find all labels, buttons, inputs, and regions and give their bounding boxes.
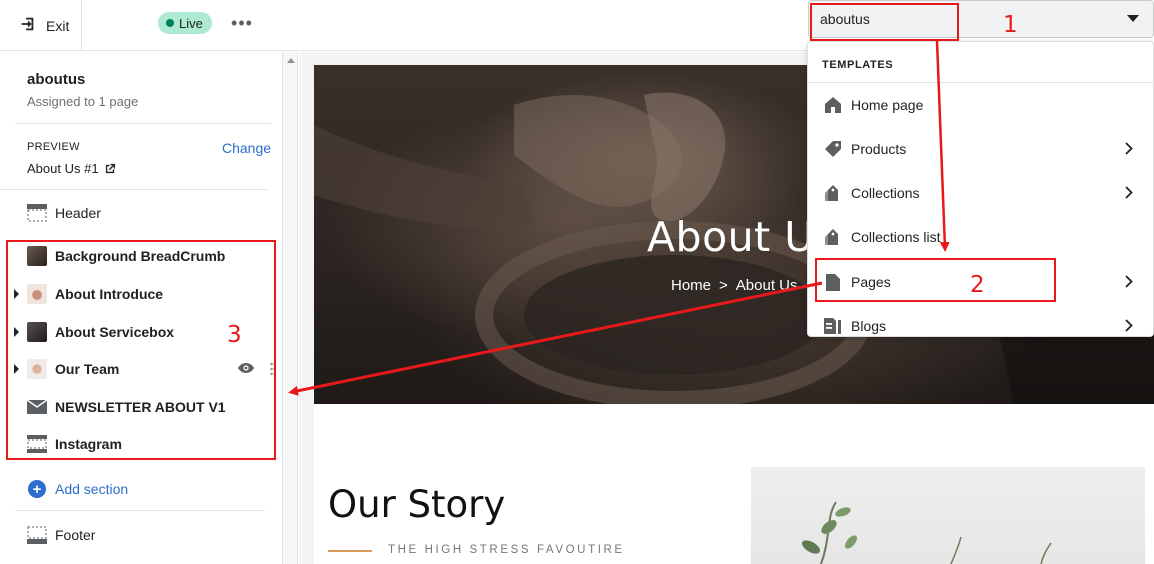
- templates-heading: TEMPLATES: [822, 59, 894, 71]
- annotation-box-1: [810, 3, 959, 41]
- exit-icon: [18, 15, 36, 36]
- menu-item-label: Home page: [851, 97, 924, 113]
- chevron-right-icon: [1125, 186, 1133, 202]
- section-footer[interactable]: Footer: [27, 516, 272, 554]
- section-header[interactable]: Header: [27, 194, 272, 232]
- tag-icon: [823, 139, 843, 159]
- breadcrumb: Home > About Us: [671, 277, 797, 294]
- more-actions-button[interactable]: •••: [231, 12, 253, 34]
- menu-item-products[interactable]: Products: [808, 127, 1153, 171]
- plant-image: [801, 501, 1052, 564]
- divider: [15, 510, 265, 511]
- more-icon: •••: [231, 12, 253, 33]
- live-dot-icon: [166, 19, 174, 27]
- menu-item-home-page[interactable]: Home page: [808, 83, 1153, 127]
- menu-item-label: Blogs: [851, 318, 887, 334]
- annotation-number-2: 2: [970, 272, 985, 298]
- change-preview-link[interactable]: Change: [222, 140, 271, 156]
- header-layout-icon: [27, 203, 47, 223]
- breadcrumb-home[interactable]: Home: [671, 277, 711, 294]
- menu-item-label: Collections list: [851, 229, 941, 245]
- chevron-right-icon: [1125, 319, 1133, 335]
- live-label: Live: [179, 15, 203, 31]
- external-link-icon: [105, 163, 115, 174]
- template-name: aboutus: [27, 71, 86, 88]
- annotation-box-2: [815, 258, 1056, 302]
- add-section-button[interactable]: + Add section: [28, 480, 128, 498]
- chevron-right-icon: [1125, 142, 1133, 158]
- story-subtitle: THE HIGH STRESS FAVOUTIRE: [388, 544, 625, 556]
- preview-page-label: About Us #1: [27, 161, 99, 176]
- caret-down-icon: [1127, 15, 1139, 22]
- preview-label: PREVIEW: [27, 141, 80, 153]
- chevron-right-icon: [1125, 275, 1133, 291]
- template-assigned: Assigned to 1 page: [27, 94, 139, 109]
- section-footer-label: Footer: [55, 527, 96, 543]
- breadcrumb-separator: >: [719, 277, 728, 294]
- menu-item-blogs[interactable]: Blogs: [808, 304, 1153, 336]
- annotation-box-3: [6, 240, 276, 460]
- exit-button[interactable]: Exit: [0, 0, 82, 51]
- menu-item-label: Collections: [851, 185, 920, 201]
- theme-editor: Exit Live ••• aboutus aboutus Assigned t…: [0, 0, 1154, 564]
- menu-item-collections[interactable]: Collections: [808, 171, 1153, 215]
- home-icon: [823, 95, 843, 115]
- footer-layout-icon: [27, 525, 47, 545]
- sidebar-scrollbar[interactable]: [283, 52, 298, 564]
- blog-icon: [823, 316, 843, 336]
- menu-item-collections-list[interactable]: Collections list: [808, 215, 1153, 259]
- section-header-label: Header: [55, 205, 101, 221]
- live-badge: Live: [158, 12, 212, 34]
- annotation-number-1: 1: [1003, 12, 1018, 38]
- divider: [0, 189, 268, 190]
- story-image: [751, 467, 1145, 564]
- menu-item-label: Products: [851, 141, 907, 157]
- preview-page[interactable]: About Us #1: [27, 161, 116, 176]
- collections-list-icon: [823, 227, 843, 247]
- story-accent-line: [328, 550, 372, 552]
- divider: [15, 123, 271, 124]
- story-title: Our Story: [328, 483, 506, 526]
- scroll-up-icon[interactable]: [287, 58, 295, 63]
- plus-circle-icon: +: [28, 480, 46, 498]
- add-section-label: Add section: [55, 481, 129, 497]
- annotation-number-3: 3: [227, 322, 242, 348]
- breadcrumb-current: About Us: [735, 277, 798, 294]
- collections-icon: [823, 183, 843, 203]
- exit-label: Exit: [46, 17, 70, 34]
